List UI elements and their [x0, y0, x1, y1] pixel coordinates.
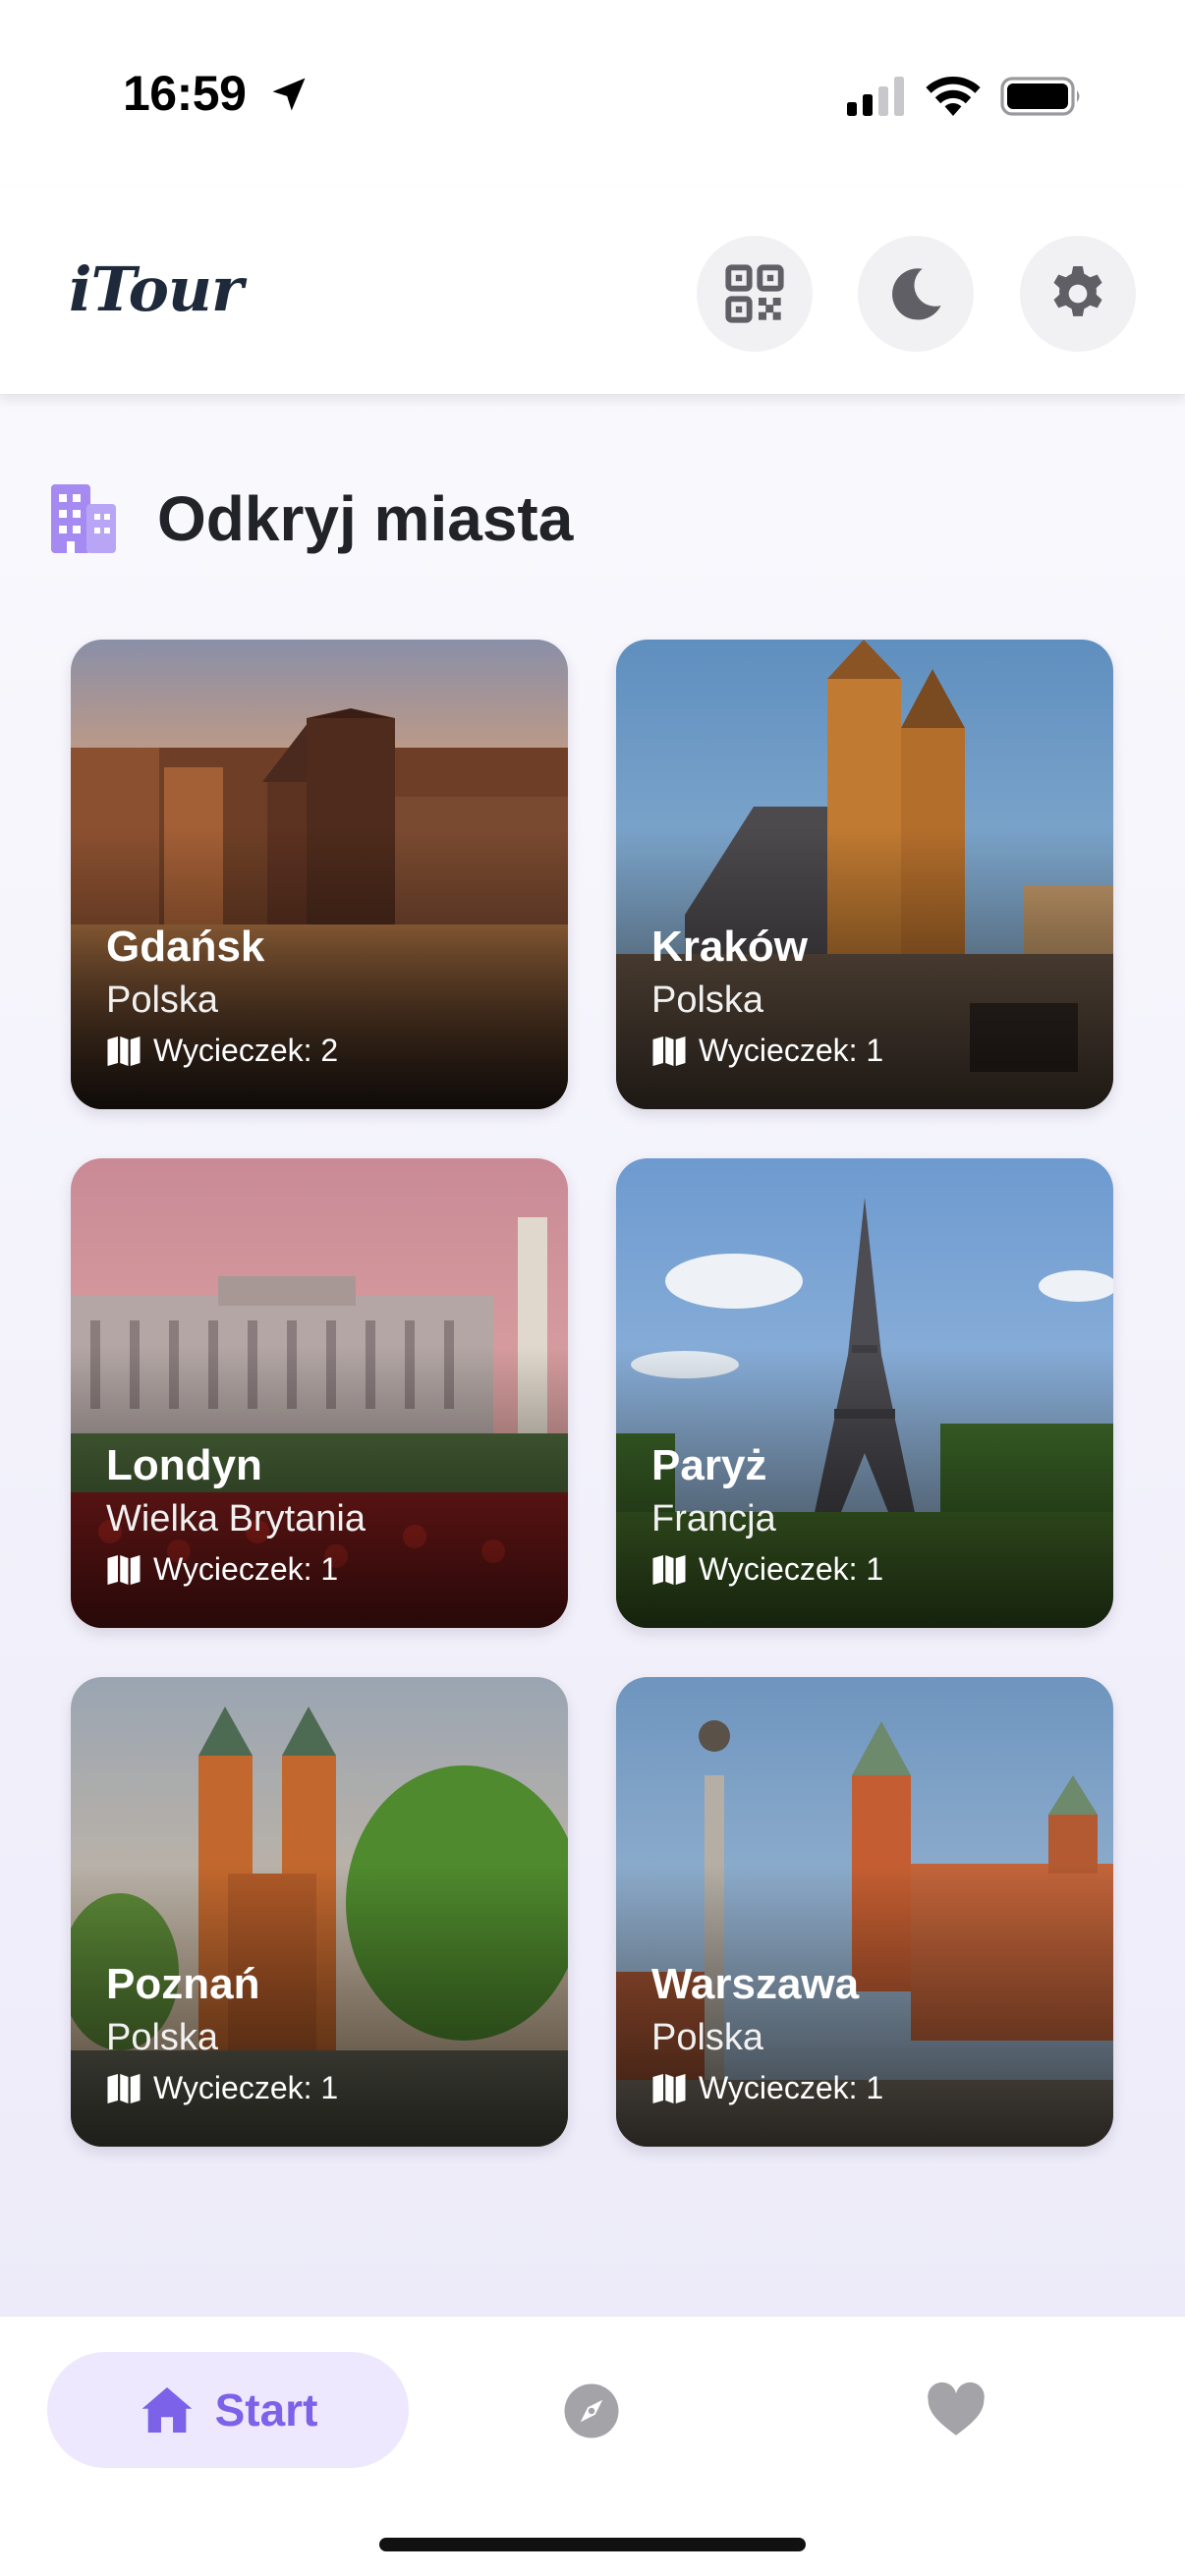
wifi-icon [926, 76, 981, 116]
tour-count: Wycieczek: 1 [106, 2070, 338, 2106]
qr-code-icon [725, 264, 784, 323]
gear-icon [1053, 266, 1102, 316]
city-card-warszawa[interactable]: Warszawa Polska Wycieczek: 1 [616, 1677, 1113, 2147]
city-name: Londyn [106, 1441, 262, 1489]
tour-count: Wycieczek: 2 [106, 1033, 338, 1069]
dark-mode-button[interactable] [858, 236, 974, 352]
moon-icon [892, 268, 941, 320]
home-indicator [379, 2538, 806, 2551]
tour-count: Wycieczek: 1 [651, 1033, 883, 1069]
city-country: Francja [651, 1498, 776, 1540]
city-card-krakow[interactable]: Kraków Polska Wycieczek: 1 [616, 640, 1113, 1109]
section-header: Odkryj miasta [51, 479, 573, 558]
city-card-londyn[interactable]: Londyn Wielka Brytania Wycieczek: 1 [71, 1158, 568, 1628]
city-name: Gdańsk [106, 923, 265, 971]
app-header: iTour [0, 187, 1185, 395]
app-logo: iTour [69, 253, 244, 325]
tour-count: Wycieczek: 1 [106, 1551, 338, 1588]
map-icon [107, 1036, 141, 1066]
city-country: Wielka Brytania [106, 1498, 366, 1540]
city-country: Polska [106, 980, 219, 1021]
city-card-gdansk[interactable]: Gdańsk Polska Wycieczek: 2 [71, 640, 568, 1109]
city-card-poznan[interactable]: Poznań Polska Wycieczek: 1 [71, 1677, 568, 2147]
qr-scan-button[interactable] [697, 236, 813, 352]
city-country: Polska [106, 2017, 219, 2058]
battery-icon [1000, 77, 1080, 116]
home-icon [141, 2387, 192, 2433]
cellular-signal-icon [847, 77, 904, 116]
map-icon [652, 1554, 686, 1585]
section-title: Odkryj miasta [157, 483, 574, 554]
tour-count-label: Wycieczek: 1 [153, 2070, 339, 2105]
location-arrow-icon [272, 78, 306, 111]
tour-count-label: Wycieczek: 1 [699, 1551, 884, 1587]
tour-count-label: Wycieczek: 1 [699, 1033, 884, 1068]
city-name: Poznań [106, 1960, 260, 2008]
tour-count-label: Wycieczek: 1 [153, 1551, 339, 1587]
city-country: Polska [651, 980, 764, 1021]
city-name: Paryż [651, 1441, 767, 1489]
city-country: Polska [651, 2017, 764, 2058]
tour-count-label: Wycieczek: 2 [153, 1033, 339, 1068]
tab-start[interactable]: Start [47, 2352, 409, 2468]
city-name: Kraków [651, 923, 808, 971]
city-name: Warszawa [651, 1960, 860, 2008]
map-icon [107, 1554, 141, 1585]
settings-button[interactable] [1020, 236, 1136, 352]
status-bar: 16:59 [0, 0, 1185, 187]
tab-start-label: Start [214, 2384, 318, 2436]
tour-count-label: Wycieczek: 1 [699, 2070, 884, 2105]
building-icon [51, 484, 116, 553]
map-icon [652, 1036, 686, 1066]
map-icon [107, 2073, 141, 2103]
tour-count: Wycieczek: 1 [651, 2070, 883, 2106]
compass-icon[interactable] [562, 2381, 621, 2440]
map-icon [652, 2073, 686, 2103]
status-time: 16:59 [123, 66, 247, 121]
city-card-paryz[interactable]: Paryż Francja Wycieczek: 1 [616, 1158, 1113, 1628]
tour-count: Wycieczek: 1 [651, 1551, 883, 1588]
heart-icon[interactable] [926, 2381, 987, 2438]
